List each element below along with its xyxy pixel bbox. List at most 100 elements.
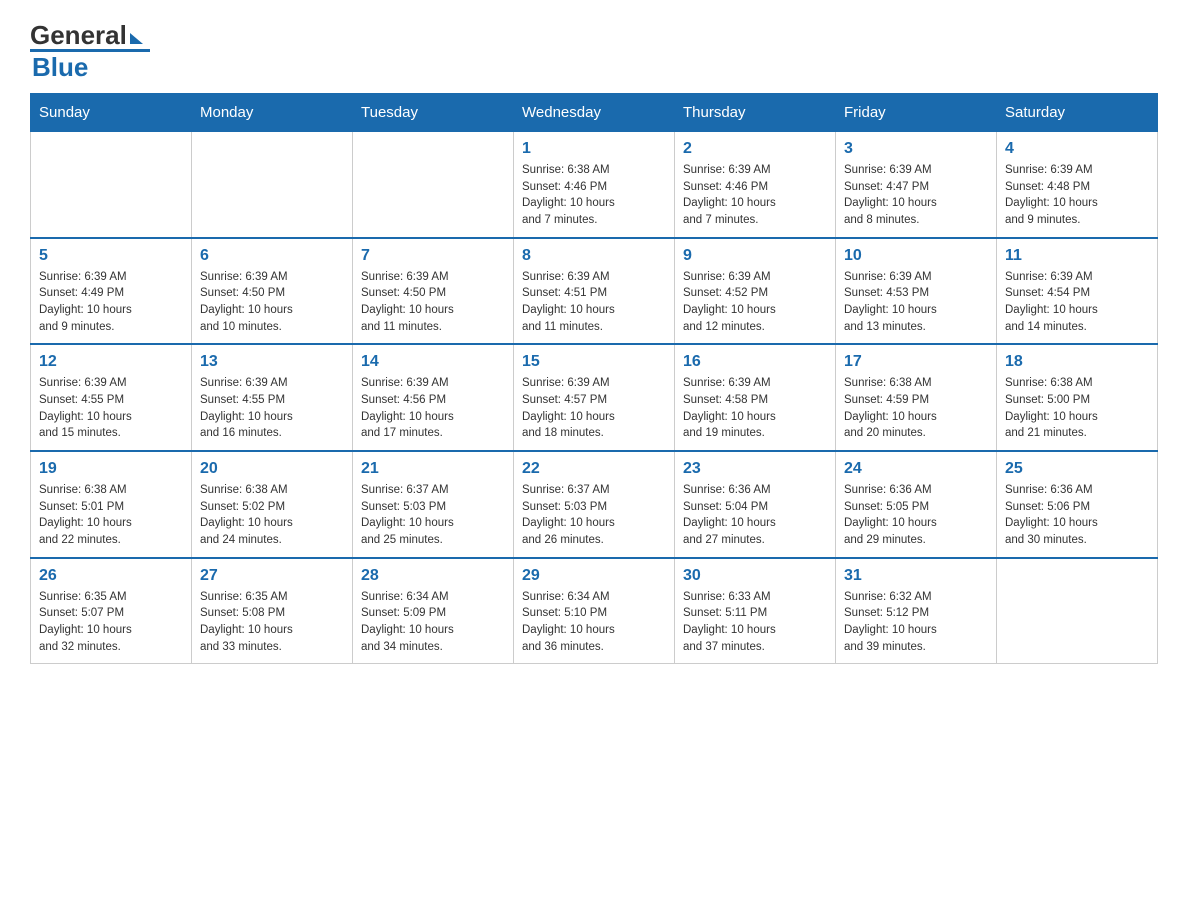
day-number: 10 — [844, 247, 988, 265]
day-cell: 23 Sunrise: 6:36 AM Sunset: 5:04 PM Dayli… — [675, 451, 836, 558]
week-row-4: 19 Sunrise: 6:38 AM Sunset: 5:01 PM Dayli… — [31, 451, 1158, 558]
day-cell: 1 Sunrise: 6:38 AM Sunset: 4:46 PM Daylig… — [514, 132, 675, 238]
day-cell: 9 Sunrise: 6:39 AM Sunset: 4:52 PM Daylig… — [675, 238, 836, 345]
day-info: Sunrise: 6:39 AM Sunset: 4:52 PM Dayligh… — [683, 269, 827, 336]
header-sunday: Sunday — [31, 94, 192, 132]
week-row-2: 5Sunrise: 6:39 AM Sunset: 4:49 PM Daylig… — [31, 238, 1158, 345]
day-number: 12 — [39, 353, 183, 371]
day-info: Sunrise: 6:36 AM Sunset: 5:04 PM Dayligh… — [683, 482, 827, 549]
day-cell: 5Sunrise: 6:39 AM Sunset: 4:49 PM Daylig… — [31, 238, 192, 345]
day-number: 13 — [200, 353, 344, 371]
day-info: Sunrise: 6:39 AM Sunset: 4:51 PM Dayligh… — [522, 269, 666, 336]
day-info: Sunrise: 6:39 AM Sunset: 4:46 PM Dayligh… — [683, 162, 827, 229]
day-cell: 2 Sunrise: 6:39 AM Sunset: 4:46 PM Daylig… — [675, 132, 836, 238]
day-number: 1 — [522, 140, 666, 158]
day-info: Sunrise: 6:38 AM Sunset: 5:02 PM Dayligh… — [200, 482, 344, 549]
day-cell: 3 Sunrise: 6:39 AM Sunset: 4:47 PM Daylig… — [836, 132, 997, 238]
day-cell: 4 Sunrise: 6:39 AM Sunset: 4:48 PM Daylig… — [997, 132, 1158, 238]
day-cell: 31Sunrise: 6:32 AM Sunset: 5:12 PM Dayli… — [836, 558, 997, 664]
day-cell: 30 Sunrise: 6:33 AM Sunset: 5:11 PM Dayli… — [675, 558, 836, 664]
day-info: Sunrise: 6:39 AM Sunset: 4:54 PM Dayligh… — [1005, 269, 1149, 336]
day-info: Sunrise: 6:39 AM Sunset: 4:50 PM Dayligh… — [361, 269, 505, 336]
day-cell: 28Sunrise: 6:34 AM Sunset: 5:09 PM Dayli… — [353, 558, 514, 664]
day-number: 22 — [522, 460, 666, 478]
day-number: 23 — [683, 460, 827, 478]
day-info: Sunrise: 6:39 AM Sunset: 4:58 PM Dayligh… — [683, 375, 827, 442]
day-cell: 6 Sunrise: 6:39 AM Sunset: 4:50 PM Daylig… — [192, 238, 353, 345]
day-info: Sunrise: 6:39 AM Sunset: 4:55 PM Dayligh… — [39, 375, 183, 442]
day-info: Sunrise: 6:39 AM Sunset: 4:47 PM Dayligh… — [844, 162, 988, 229]
day-cell: 14 Sunrise: 6:39 AM Sunset: 4:56 PM Dayli… — [353, 344, 514, 451]
page-header: General Blue — [30, 20, 1158, 83]
day-number: 14 — [361, 353, 505, 371]
day-number: 20 — [200, 460, 344, 478]
day-info: Sunrise: 6:35 AM Sunset: 5:08 PM Dayligh… — [200, 589, 344, 656]
week-row-1: 1 Sunrise: 6:38 AM Sunset: 4:46 PM Daylig… — [31, 132, 1158, 238]
day-number: 30 — [683, 567, 827, 585]
header-friday: Friday — [836, 94, 997, 132]
day-info: Sunrise: 6:36 AM Sunset: 5:05 PM Dayligh… — [844, 482, 988, 549]
day-info: Sunrise: 6:37 AM Sunset: 5:03 PM Dayligh… — [522, 482, 666, 549]
day-number: 26 — [39, 567, 183, 585]
day-number: 8 — [522, 247, 666, 265]
day-info: Sunrise: 6:39 AM Sunset: 4:48 PM Dayligh… — [1005, 162, 1149, 229]
day-cell: 21Sunrise: 6:37 AM Sunset: 5:03 PM Dayli… — [353, 451, 514, 558]
day-info: Sunrise: 6:38 AM Sunset: 4:59 PM Dayligh… — [844, 375, 988, 442]
day-number: 25 — [1005, 460, 1149, 478]
day-info: Sunrise: 6:39 AM Sunset: 4:55 PM Dayligh… — [200, 375, 344, 442]
day-number: 24 — [844, 460, 988, 478]
week-row-5: 26 Sunrise: 6:35 AM Sunset: 5:07 PM Dayli… — [31, 558, 1158, 664]
day-info: Sunrise: 6:36 AM Sunset: 5:06 PM Dayligh… — [1005, 482, 1149, 549]
day-cell: 8 Sunrise: 6:39 AM Sunset: 4:51 PM Daylig… — [514, 238, 675, 345]
day-number: 28 — [361, 567, 505, 585]
day-number: 2 — [683, 140, 827, 158]
day-cell: 12 Sunrise: 6:39 AM Sunset: 4:55 PM Dayli… — [31, 344, 192, 451]
calendar-header-row: SundayMondayTuesdayWednesdayThursdayFrid… — [31, 94, 1158, 132]
day-cell: 24 Sunrise: 6:36 AM Sunset: 5:05 PM Dayli… — [836, 451, 997, 558]
day-number: 15 — [522, 353, 666, 371]
day-number: 11 — [1005, 247, 1149, 265]
day-info: Sunrise: 6:39 AM Sunset: 4:56 PM Dayligh… — [361, 375, 505, 442]
day-cell: 19 Sunrise: 6:38 AM Sunset: 5:01 PM Dayli… — [31, 451, 192, 558]
day-cell: 16Sunrise: 6:39 AM Sunset: 4:58 PM Dayli… — [675, 344, 836, 451]
day-info: Sunrise: 6:38 AM Sunset: 4:46 PM Dayligh… — [522, 162, 666, 229]
day-number: 27 — [200, 567, 344, 585]
day-cell: 10 Sunrise: 6:39 AM Sunset: 4:53 PM Dayli… — [836, 238, 997, 345]
day-info: Sunrise: 6:34 AM Sunset: 5:10 PM Dayligh… — [522, 589, 666, 656]
day-cell: 29 Sunrise: 6:34 AM Sunset: 5:10 PM Dayli… — [514, 558, 675, 664]
day-info: Sunrise: 6:39 AM Sunset: 4:50 PM Dayligh… — [200, 269, 344, 336]
day-cell: 22 Sunrise: 6:37 AM Sunset: 5:03 PM Dayli… — [514, 451, 675, 558]
day-cell — [31, 132, 192, 238]
day-number: 29 — [522, 567, 666, 585]
week-row-3: 12 Sunrise: 6:39 AM Sunset: 4:55 PM Dayli… — [31, 344, 1158, 451]
day-cell: 17 Sunrise: 6:38 AM Sunset: 4:59 PM Dayli… — [836, 344, 997, 451]
day-info: Sunrise: 6:35 AM Sunset: 5:07 PM Dayligh… — [39, 589, 183, 656]
calendar-body: 1 Sunrise: 6:38 AM Sunset: 4:46 PM Daylig… — [31, 132, 1158, 664]
day-info: Sunrise: 6:38 AM Sunset: 5:01 PM Dayligh… — [39, 482, 183, 549]
logo-top-row: General — [30, 20, 143, 51]
logo-bottom-row: Blue — [30, 49, 150, 83]
day-info: Sunrise: 6:39 AM Sunset: 4:53 PM Dayligh… — [844, 269, 988, 336]
day-cell — [997, 558, 1158, 664]
day-cell — [353, 132, 514, 238]
day-number: 3 — [844, 140, 988, 158]
day-number: 4 — [1005, 140, 1149, 158]
day-number: 17 — [844, 353, 988, 371]
day-number: 6 — [200, 247, 344, 265]
logo-triangle-icon — [130, 33, 143, 44]
day-info: Sunrise: 6:39 AM Sunset: 4:57 PM Dayligh… — [522, 375, 666, 442]
day-cell: 18Sunrise: 6:38 AM Sunset: 5:00 PM Dayli… — [997, 344, 1158, 451]
day-info: Sunrise: 6:33 AM Sunset: 5:11 PM Dayligh… — [683, 589, 827, 656]
day-number: 31 — [844, 567, 988, 585]
day-cell: 15 Sunrise: 6:39 AM Sunset: 4:57 PM Dayli… — [514, 344, 675, 451]
day-cell — [192, 132, 353, 238]
day-number: 19 — [39, 460, 183, 478]
day-number: 9 — [683, 247, 827, 265]
header-wednesday: Wednesday — [514, 94, 675, 132]
header-thursday: Thursday — [675, 94, 836, 132]
day-cell: 7Sunrise: 6:39 AM Sunset: 4:50 PM Daylig… — [353, 238, 514, 345]
day-cell: 26 Sunrise: 6:35 AM Sunset: 5:07 PM Dayli… — [31, 558, 192, 664]
day-number: 5 — [39, 247, 183, 265]
day-number: 18 — [1005, 353, 1149, 371]
header-saturday: Saturday — [997, 94, 1158, 132]
